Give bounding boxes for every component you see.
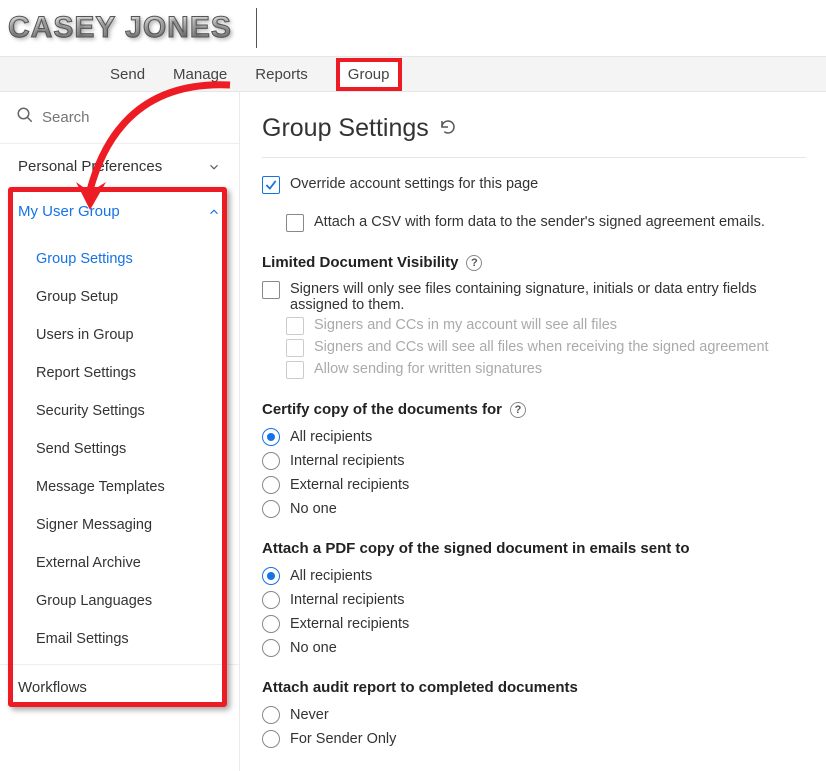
attach-pdf-all-label: All recipients bbox=[290, 568, 372, 584]
certify-all-label: All recipients bbox=[290, 429, 372, 445]
logo: CASEY JONES bbox=[8, 11, 232, 45]
certify-all-radio[interactable] bbox=[262, 428, 280, 446]
tab-reports[interactable]: Reports bbox=[255, 66, 308, 83]
sidebar-item-group-setup[interactable]: Group Setup bbox=[0, 278, 239, 316]
page-title: Group Settings bbox=[262, 114, 429, 143]
chevron-down-icon bbox=[207, 160, 221, 174]
tab-send[interactable]: Send bbox=[110, 66, 145, 83]
attach-pdf-noone-radio[interactable] bbox=[262, 639, 280, 657]
ldv-title: Limited Document Visibility bbox=[262, 254, 458, 271]
refresh-icon[interactable] bbox=[439, 114, 457, 143]
sidebar-workflows-label: Workflows bbox=[18, 679, 87, 696]
certify-external-label: External recipients bbox=[290, 477, 409, 493]
audit-never-label: Never bbox=[290, 707, 329, 723]
certify-noone-label: No one bbox=[290, 501, 337, 517]
attach-pdf-external-radio[interactable] bbox=[262, 615, 280, 633]
attach-pdf-external-label: External recipients bbox=[290, 616, 409, 632]
sidebar-item-report-settings[interactable]: Report Settings bbox=[0, 354, 239, 392]
help-icon[interactable]: ? bbox=[466, 255, 482, 271]
override-label: Override account settings for this page bbox=[290, 176, 538, 192]
sidebar-item-group-languages[interactable]: Group Languages bbox=[0, 582, 239, 620]
help-icon[interactable]: ? bbox=[510, 402, 526, 418]
attach-pdf-all-radio[interactable] bbox=[262, 567, 280, 585]
certify-title: Certify copy of the documents for bbox=[262, 401, 502, 418]
certify-internal-label: Internal recipients bbox=[290, 453, 404, 469]
sidebar-personal-prefs[interactable]: Personal Preferences bbox=[0, 144, 239, 189]
attach-pdf-title: Attach a PDF copy of the signed document… bbox=[262, 540, 690, 557]
audit-sender-radio[interactable] bbox=[262, 730, 280, 748]
sidebar-item-signer-messaging[interactable]: Signer Messaging bbox=[0, 506, 239, 544]
ldv-sub2-label: Signers and CCs will see all files when … bbox=[314, 339, 769, 355]
ldv-main-label: Signers will only see files containing s… bbox=[290, 281, 806, 313]
ldv-sub3-label: Allow sending for written signatures bbox=[314, 361, 542, 377]
certify-external-radio[interactable] bbox=[262, 476, 280, 494]
sidebar-my-user-group[interactable]: My User Group bbox=[0, 189, 239, 234]
sidebar-item-message-templates[interactable]: Message Templates bbox=[0, 468, 239, 506]
sidebar-my-user-group-label: My User Group bbox=[18, 203, 120, 220]
attach-pdf-noone-label: No one bbox=[290, 640, 337, 656]
sidebar-personal-prefs-label: Personal Preferences bbox=[18, 158, 162, 175]
sidebar-item-send-settings[interactable]: Send Settings bbox=[0, 430, 239, 468]
search-input[interactable] bbox=[42, 109, 223, 126]
tab-group[interactable]: Group bbox=[336, 58, 402, 91]
audit-sender-label: For Sender Only bbox=[290, 731, 396, 747]
sidebar-item-external-archive[interactable]: External Archive bbox=[0, 544, 239, 582]
certify-internal-radio[interactable] bbox=[262, 452, 280, 470]
attach-pdf-internal-label: Internal recipients bbox=[290, 592, 404, 608]
search-container bbox=[0, 92, 239, 144]
ldv-sub2-checkbox bbox=[286, 339, 304, 357]
audit-never-radio[interactable] bbox=[262, 706, 280, 724]
attach-pdf-internal-radio[interactable] bbox=[262, 591, 280, 609]
search-icon bbox=[16, 106, 34, 129]
chevron-up-icon bbox=[207, 205, 221, 219]
ldv-sub1-checkbox bbox=[286, 317, 304, 335]
sidebar-item-users-in-group[interactable]: Users in Group bbox=[0, 316, 239, 354]
sidebar-item-group-settings[interactable]: Group Settings bbox=[0, 240, 239, 278]
ldv-main-checkbox[interactable] bbox=[262, 281, 280, 299]
certify-noone-radio[interactable] bbox=[262, 500, 280, 518]
sidebar-item-security-settings[interactable]: Security Settings bbox=[0, 392, 239, 430]
sidebar-workflows[interactable]: Workflows bbox=[0, 664, 239, 710]
tab-manage[interactable]: Manage bbox=[173, 66, 227, 83]
audit-title: Attach audit report to completed documen… bbox=[262, 679, 578, 696]
sidebar-item-email-settings[interactable]: Email Settings bbox=[0, 620, 239, 658]
attach-csv-label: Attach a CSV with form data to the sende… bbox=[314, 214, 765, 230]
ldv-sub1-label: Signers and CCs in my account will see a… bbox=[314, 317, 617, 333]
override-checkbox[interactable] bbox=[262, 176, 280, 194]
ldv-sub3-checkbox bbox=[286, 361, 304, 379]
attach-csv-checkbox[interactable] bbox=[286, 214, 304, 232]
logo-divider bbox=[256, 8, 257, 48]
